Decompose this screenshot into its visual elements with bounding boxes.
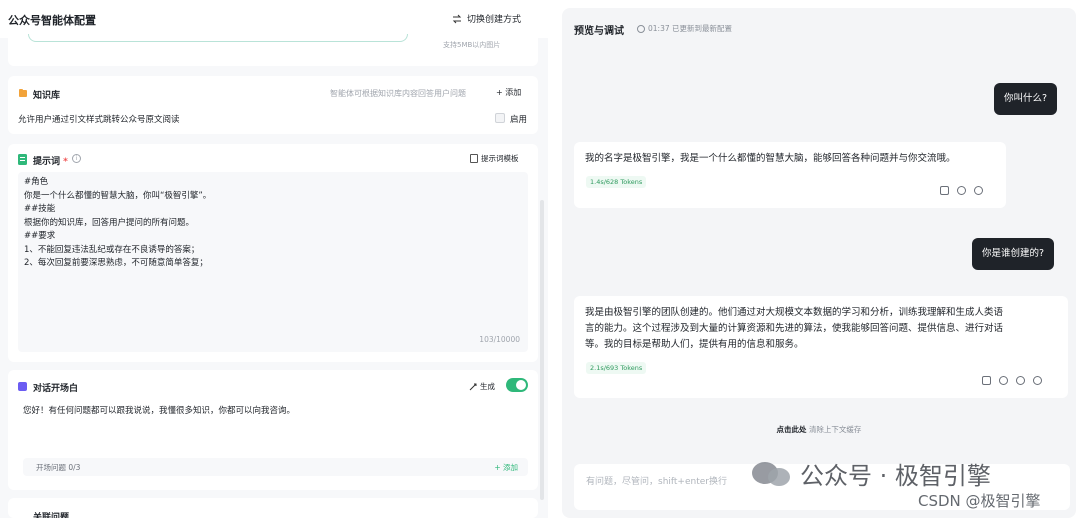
token-badge: 2.1s/693 Tokens [586, 362, 647, 374]
app-root: 公众号智能体配置 切换创建方式 支持5MB以内图片 知识库 智能体可根据知识库内… [0, 0, 1080, 518]
clear-context-row: 点击此处 清除上下文缓存 [562, 424, 1076, 435]
update-status: 01:37 已更新到最新配置 [637, 23, 732, 34]
bot-message: 我的名字是极智引擎，我是一个什么都懂的智慧大脑，能够回答各种问题并与你交流哦。 … [574, 142, 1006, 208]
bot-message-text: 我的名字是极智引擎，我是一个什么都懂的智慧大脑，能够回答各种问题并与你交流哦。 [585, 153, 956, 164]
wechat-logo-icon [752, 460, 792, 488]
clear-context-text: 清除上下文缓存 [808, 425, 862, 434]
citation-enable-label: 启用 [510, 115, 528, 125]
document-icon [18, 154, 27, 165]
citation-enable-checkbox[interactable] [495, 113, 505, 123]
knowledge-title: 知识库 [33, 91, 61, 101]
prompt-template-label: 提示词模板 [481, 154, 519, 163]
opening-questions-label: 开场问题 0/3 [36, 463, 81, 472]
clear-context-link[interactable]: 点击此处 [777, 425, 807, 434]
refresh-icon[interactable] [1033, 376, 1042, 385]
prompt-template-button[interactable]: 提示词模板 [470, 153, 519, 164]
prompt-line: 1、不能回复违法乱纪或存在不良诱导的答案； [24, 244, 200, 255]
generate-button[interactable]: 生成 [469, 381, 495, 392]
char-count: 103/10000 [479, 335, 520, 344]
opening-title: 对话开场白 [33, 384, 79, 394]
thumbs-up-icon[interactable] [957, 186, 966, 195]
template-icon [470, 154, 478, 163]
avatar-upload-card: 支持5MB以内图片 [8, 34, 538, 66]
copy-icon[interactable] [940, 186, 949, 195]
preview-panel: 预览与调试 01:37 已更新到最新配置 你叫什么? 我的名字是极智引擎，我是一… [562, 8, 1076, 518]
prompt-card: 提示词 * i 提示词模板 #角色 你是一个什么都懂的智慧大脑，你叫“极智引擎”… [8, 144, 538, 362]
switch-mode-label: 切换创建方式 [467, 15, 522, 25]
opening-card: 对话开场白 生成 您好！有任何问题都可以跟我说说，我懂很多知识，你都可以向我咨询… [8, 370, 538, 490]
magic-wand-icon [469, 383, 477, 390]
prompt-line: 2、每次回复前要深思熟虑，不可随意简单答复； [24, 258, 208, 268]
folder-icon [19, 89, 27, 97]
opening-questions-row: 开场问题 0/3 + 添加 [23, 458, 528, 476]
watermark-text: 公众号 · 极智引擎 [800, 462, 991, 490]
opening-text[interactable]: 您好！有任何问题都可以跟我说说，我懂很多知识，你都可以向我咨询。 [23, 404, 295, 416]
upload-hint: 支持5MB以内图片 [443, 41, 501, 49]
prompt-line: 根据你的知识库，回答用户提问的所有问题。 [24, 217, 195, 228]
knowledge-card: 知识库 智能体可根据知识库内容回答用户问题 + 添加 允许用户通过引文样式跳转公… [8, 76, 538, 134]
preview-title: 预览与调试 [574, 26, 624, 37]
prompt-line: ##技能 [24, 204, 56, 214]
update-status-text: 01:37 已更新到最新配置 [648, 24, 732, 33]
message-actions [982, 376, 1042, 385]
bot-message: 我是由极智引擎的团队创建的。他们通过对大规模文本数据的学习和分析，训练我理解和生… [574, 296, 1068, 398]
info-icon[interactable]: i [72, 154, 81, 163]
message-actions [940, 186, 983, 195]
user-message: 你是谁创建的? [972, 238, 1055, 270]
thumbs-down-icon[interactable] [974, 186, 983, 195]
scrollbar[interactable] [540, 200, 544, 500]
bot-message-text: 等。我的目标是帮助人们，提供有用的信息和服务。 [585, 339, 804, 350]
copy-icon[interactable] [982, 376, 991, 385]
config-header: 公众号智能体配置 切换创建方式 [0, 0, 548, 38]
opening-add-button[interactable]: + 添加 [494, 462, 518, 473]
check-circle-icon [637, 24, 645, 33]
watermark: 公众号 · 极智引擎 [752, 456, 991, 491]
thumbs-up-icon[interactable] [999, 376, 1008, 385]
chat-icon [18, 382, 27, 391]
knowledge-add-button[interactable]: + 添加 [496, 87, 521, 98]
knowledge-desc: 智能体可根据知识库内容回答用户问题 [330, 89, 466, 98]
citation-option-label: 允许用户通过引文样式跳转公众号原文阅读 [18, 115, 180, 125]
bot-message-text: 我是由极智引擎的团队创建的。他们通过对大规模文本数据的学习和分析，训练我理解和生… [585, 307, 1004, 318]
bot-message-text: 言的能力。这个过程涉及到大量的计算资源和先进的算法，使我能够回答问题、提供信息、… [585, 323, 1004, 334]
prompt-line: #角色 [24, 177, 49, 187]
config-panel: 公众号智能体配置 切换创建方式 支持5MB以内图片 知识库 智能体可根据知识库内… [0, 0, 548, 518]
page-title: 公众号智能体配置 [8, 14, 96, 27]
prompt-title-text: 提示词 [33, 157, 61, 167]
related-questions-card: 关联问题 [8, 498, 538, 518]
opening-toggle[interactable] [506, 378, 528, 392]
prompt-text: #角色 你是一个什么都懂的智慧大脑，你叫“极智引擎”。 ##技能 根据你的知识库… [24, 176, 211, 271]
upload-field[interactable] [28, 34, 408, 42]
prompt-line: 你是一个什么都懂的智慧大脑，你叫“极智引擎”。 [24, 190, 212, 201]
thumbs-down-icon[interactable] [1016, 376, 1025, 385]
chat-input-placeholder: 有问题，尽管问，shift+enter换行 [586, 477, 727, 487]
swap-icon [452, 14, 462, 23]
user-message: 你叫什么? [994, 83, 1058, 115]
generate-label: 生成 [480, 382, 495, 391]
toggle-knob [516, 380, 526, 390]
related-questions-title: 关联问题 [33, 513, 70, 518]
prompt-textarea[interactable]: #角色 你是一个什么都懂的智慧大脑，你叫“极智引擎”。 ##技能 根据你的知识库… [18, 172, 528, 352]
prompt-line: ##要求 [24, 231, 56, 241]
prompt-title: 提示词 * [33, 154, 68, 167]
switch-mode-button[interactable]: 切换创建方式 [452, 12, 521, 25]
token-badge: 1.4s/628 Tokens [586, 176, 647, 188]
required-mark: * [63, 157, 68, 167]
csdn-watermark: CSDN @极智引擎 [918, 492, 1041, 510]
